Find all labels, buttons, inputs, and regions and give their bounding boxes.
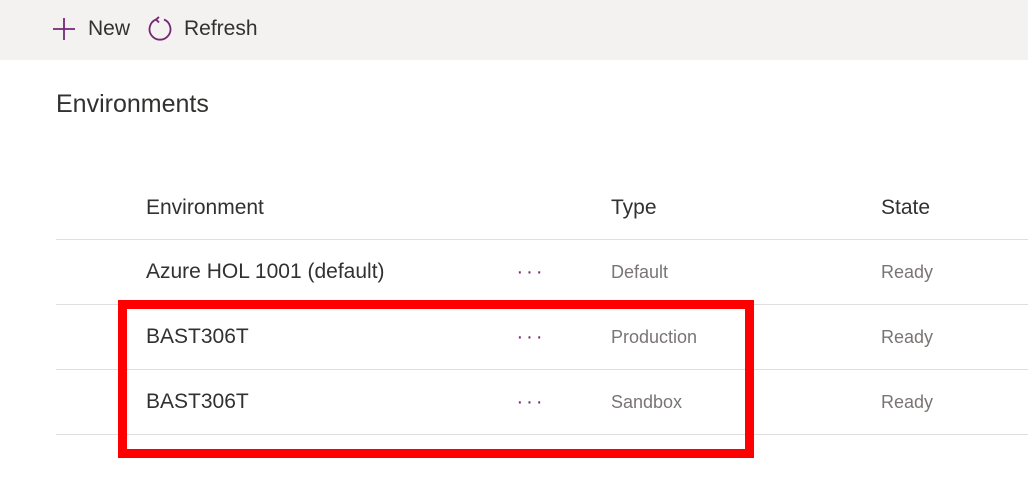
column-header-state[interactable]: State [881, 176, 930, 239]
environment-type-cell: Production [611, 326, 698, 347]
refresh-button-label: Refresh [184, 17, 258, 40]
page-title: Environments [56, 90, 209, 118]
environment-type-cell: Sandbox [611, 391, 683, 412]
plus-icon [50, 15, 78, 43]
environment-state-cell: Ready [881, 326, 934, 347]
table-header-row: Environment Type State [56, 176, 1028, 240]
more-options-button[interactable]: ··· [516, 240, 546, 304]
environment-state-cell: Ready [881, 391, 934, 412]
new-button-label: New [88, 17, 131, 40]
table-row[interactable]: BAST306T ··· Sandbox Ready [56, 370, 1028, 435]
environment-name-cell[interactable]: BAST306T [146, 305, 249, 369]
new-button[interactable]: New [44, 9, 136, 49]
environment-state-cell: Ready [881, 261, 934, 282]
more-options-button[interactable]: ··· [516, 305, 546, 369]
environment-name-cell[interactable]: BAST306T [146, 370, 249, 434]
more-icon: ··· [516, 260, 546, 283]
table-row[interactable]: Azure HOL 1001 (default) ··· Default Rea… [56, 240, 1028, 305]
refresh-button[interactable]: Refresh [140, 9, 264, 49]
environments-table: Environment Type State Azure HOL 1001 (d… [56, 176, 1028, 435]
table-row[interactable]: BAST306T ··· Production Ready [56, 305, 1028, 370]
more-icon: ··· [516, 390, 546, 413]
environment-name-cell[interactable]: Azure HOL 1001 (default) [146, 240, 385, 304]
column-header-environment[interactable]: Environment [146, 176, 264, 239]
more-icon: ··· [516, 325, 546, 348]
environment-type-cell: Default [611, 261, 669, 282]
command-bar: New Refresh [0, 0, 1028, 60]
more-options-button[interactable]: ··· [516, 370, 546, 434]
column-header-type[interactable]: Type [611, 176, 657, 239]
refresh-icon [146, 15, 174, 43]
